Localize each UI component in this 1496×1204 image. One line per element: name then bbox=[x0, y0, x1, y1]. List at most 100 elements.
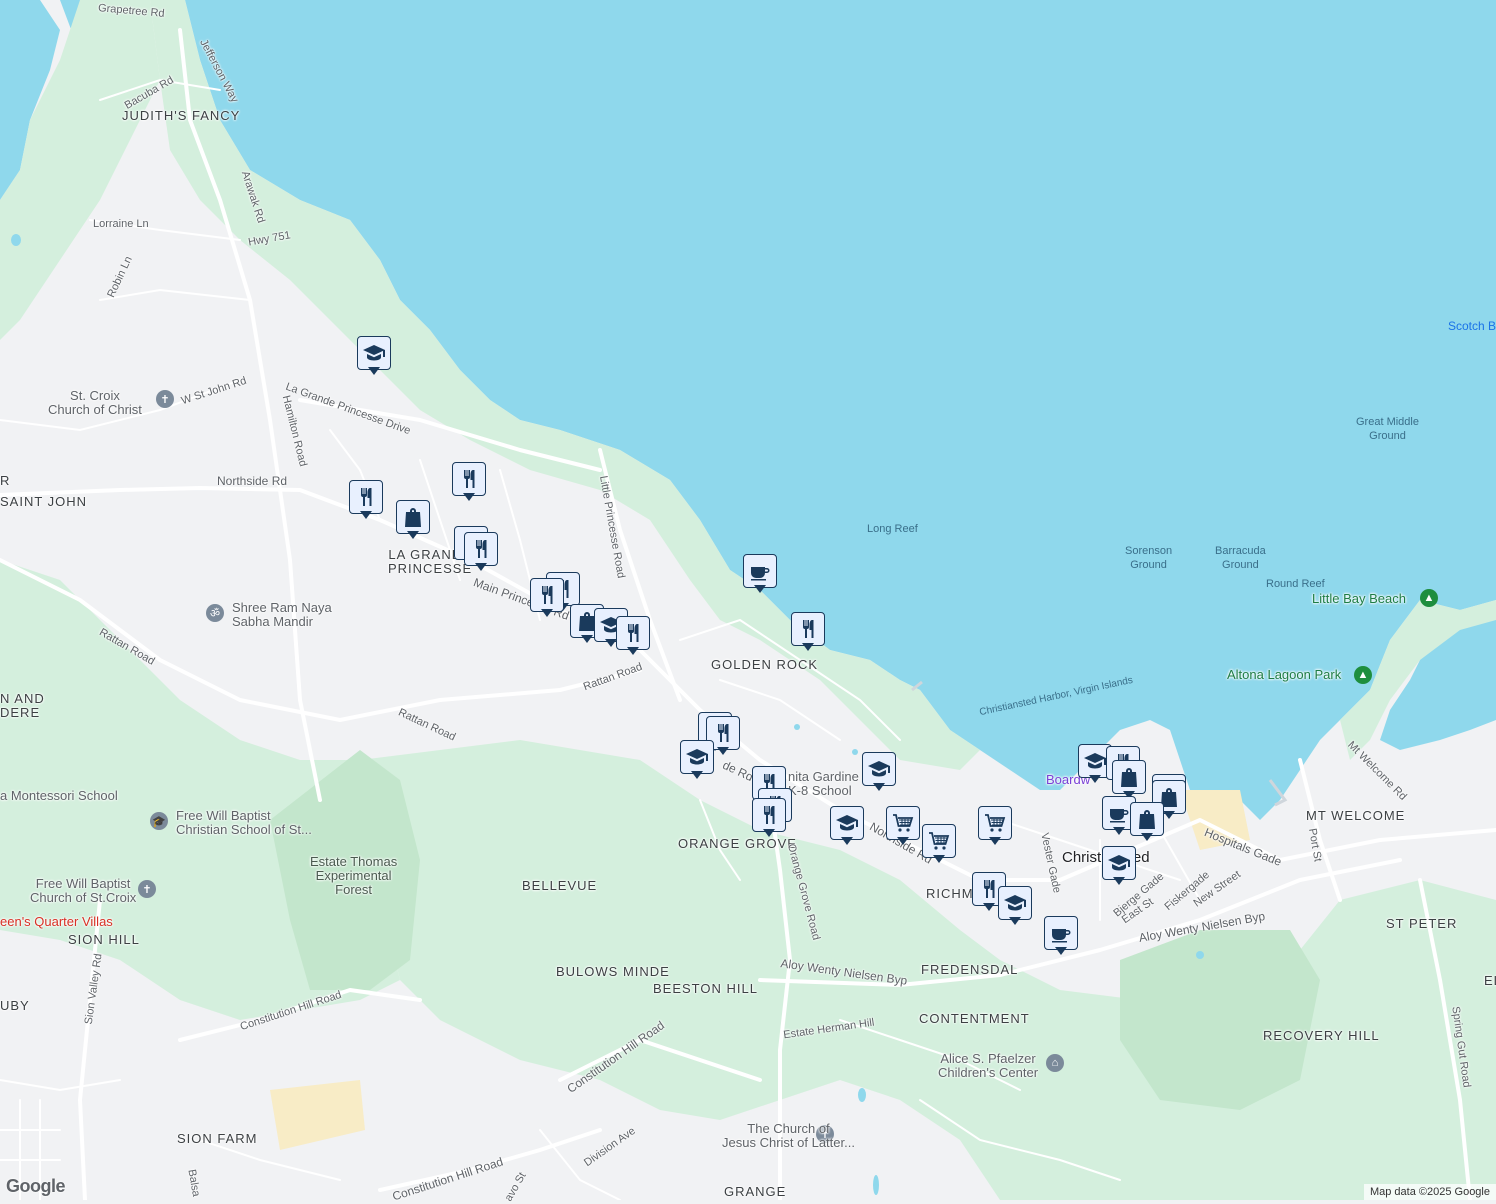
grocery-pin[interactable] bbox=[922, 824, 956, 864]
pin-tail bbox=[897, 837, 909, 845]
poi-shree-ram[interactable]: Shree Ram Naya Sabha Mandir bbox=[232, 601, 332, 629]
school-icon[interactable]: 🎓 bbox=[150, 812, 168, 830]
cafe-pin[interactable] bbox=[1044, 916, 1078, 956]
restaurant-icon bbox=[752, 798, 786, 832]
area-sion-farm: SION FARM bbox=[177, 1131, 258, 1146]
pin-tail bbox=[368, 367, 380, 375]
poi-estate-thomas[interactable]: Estate Thomas Experimental Forest bbox=[310, 855, 397, 897]
poi-queens-quarter[interactable]: een's Quarter Villas bbox=[0, 915, 113, 929]
water-round-reef: Round Reef bbox=[1266, 578, 1325, 590]
shopping-icon bbox=[396, 500, 430, 534]
pin-tail bbox=[1089, 775, 1101, 783]
restaurant-pin[interactable] bbox=[752, 798, 786, 838]
area-mt-welcome: MT WELCOME bbox=[1306, 808, 1406, 823]
water-barracuda: Barracuda Ground bbox=[1215, 545, 1266, 571]
pin-tail bbox=[983, 903, 995, 911]
pin-tail bbox=[754, 585, 766, 593]
poi-alice-pfaelzer[interactable]: Alice S. Pfaelzer Children's Center bbox=[938, 1052, 1038, 1080]
restaurant-pin[interactable] bbox=[791, 612, 825, 652]
area-bulows-minde: BULOWS MINDE bbox=[556, 964, 670, 979]
school-pin[interactable] bbox=[998, 886, 1032, 926]
poi-free-will-school[interactable]: Free Will Baptist Christian School of St… bbox=[176, 809, 312, 837]
poi-st-croix-church[interactable]: St. Croix Church of Christ bbox=[48, 389, 142, 417]
cafe-icon bbox=[1044, 916, 1078, 950]
water-scotch-bank: Scotch B bbox=[1448, 319, 1496, 333]
restaurant-pin[interactable] bbox=[464, 532, 498, 572]
school-icon bbox=[357, 336, 391, 370]
school-icon bbox=[998, 886, 1032, 920]
school-icon bbox=[830, 806, 864, 840]
area-grange: GRANGE bbox=[724, 1184, 787, 1199]
pin-tail bbox=[933, 855, 945, 863]
pin-tail bbox=[989, 837, 1001, 845]
pin-tail bbox=[841, 837, 853, 845]
area-contentment: CONTENTMENT bbox=[919, 1011, 1030, 1026]
pin-tail bbox=[1163, 811, 1175, 819]
shopping-pin[interactable] bbox=[396, 500, 430, 540]
school-pin[interactable] bbox=[1102, 846, 1136, 886]
area-land-and-dere: N AND DERE bbox=[0, 691, 45, 720]
school-icon bbox=[1102, 846, 1136, 880]
pin-tail bbox=[541, 609, 553, 617]
grocery-pin[interactable] bbox=[886, 806, 920, 846]
school-icon bbox=[862, 752, 896, 786]
shopping-pin[interactable] bbox=[1130, 802, 1164, 842]
pin-tail bbox=[691, 771, 703, 779]
pin-tail bbox=[581, 635, 593, 643]
church-icon[interactable]: ✝ bbox=[156, 390, 174, 408]
google-logo: Google bbox=[6, 1176, 66, 1196]
area-fredensdal: FREDENSDAL bbox=[921, 962, 1019, 977]
park-icon[interactable]: ▲ bbox=[1354, 666, 1372, 684]
grocery-icon bbox=[886, 806, 920, 840]
poi-montessori[interactable]: a Montessori School bbox=[0, 789, 118, 803]
park-icon[interactable]: ▲ bbox=[1420, 589, 1438, 607]
area-st-peter: ST PETER bbox=[1386, 916, 1458, 931]
grocery-pin[interactable] bbox=[978, 806, 1012, 846]
school-pin[interactable] bbox=[830, 806, 864, 846]
map-attribution[interactable]: Map data ©2025 Google bbox=[1363, 1184, 1496, 1200]
pin-tail bbox=[627, 647, 639, 655]
pin-tail bbox=[873, 783, 885, 791]
restaurant-icon bbox=[616, 616, 650, 650]
temple-icon[interactable]: ॐ bbox=[206, 604, 224, 622]
area-bellevue: BELLEVUE bbox=[522, 878, 598, 893]
road-northside: Northside Rd bbox=[217, 474, 288, 488]
restaurant-pin[interactable] bbox=[616, 616, 650, 656]
shopping-icon bbox=[1130, 802, 1164, 836]
area-judiths-fancy: JUDITH'S FANCY bbox=[122, 108, 241, 123]
shopping-icon bbox=[1112, 760, 1146, 794]
cafe-icon bbox=[743, 554, 777, 588]
poi-altona-lagoon[interactable]: Altona Lagoon Park bbox=[1227, 668, 1341, 682]
restaurant-pin[interactable] bbox=[349, 480, 383, 520]
restaurant-pin[interactable] bbox=[452, 462, 486, 502]
water-sorenson: Sorenson Ground bbox=[1125, 545, 1173, 571]
pin-tail bbox=[463, 493, 475, 501]
water-long-reef: Long Reef bbox=[867, 523, 918, 535]
shopping-pin[interactable] bbox=[1112, 760, 1146, 800]
poi-free-will-church[interactable]: Free Will Baptist Church of St.Croix bbox=[30, 877, 136, 905]
pin-tail bbox=[1141, 833, 1153, 841]
poi-juanita-gardine[interactable]: nita Gardine K-8 School bbox=[788, 770, 859, 798]
school-pin[interactable] bbox=[680, 740, 714, 780]
water-great-middle: Great Middle Ground bbox=[1356, 416, 1419, 442]
pin-tail bbox=[475, 563, 487, 571]
school-pin[interactable] bbox=[357, 336, 391, 376]
area-recovery-hill: RECOVERY HILL bbox=[1263, 1028, 1380, 1043]
school-pin[interactable] bbox=[862, 752, 896, 792]
pin-tail bbox=[1009, 917, 1021, 925]
area-ruby: UBY bbox=[0, 998, 30, 1013]
poi-church-latter[interactable]: The Church of Jesus Christ of Latter... bbox=[722, 1122, 855, 1150]
grocery-icon bbox=[978, 806, 1012, 840]
poi-little-bay-beach[interactable]: Little Bay Beach bbox=[1312, 592, 1406, 606]
building-icon[interactable]: ⌂ bbox=[1046, 1054, 1064, 1072]
area-orange-grove: ORANGE GROVE bbox=[678, 836, 797, 851]
grocery-icon bbox=[922, 824, 956, 858]
area-r-left: R bbox=[0, 473, 11, 488]
restaurant-icon bbox=[791, 612, 825, 646]
restaurant-icon bbox=[464, 532, 498, 566]
map-canvas[interactable] bbox=[0, 0, 1496, 1200]
restaurant-pin[interactable] bbox=[530, 578, 564, 618]
pin-tail bbox=[1113, 827, 1125, 835]
cafe-pin[interactable] bbox=[743, 554, 777, 594]
church-icon[interactable]: ✝ bbox=[138, 880, 156, 898]
